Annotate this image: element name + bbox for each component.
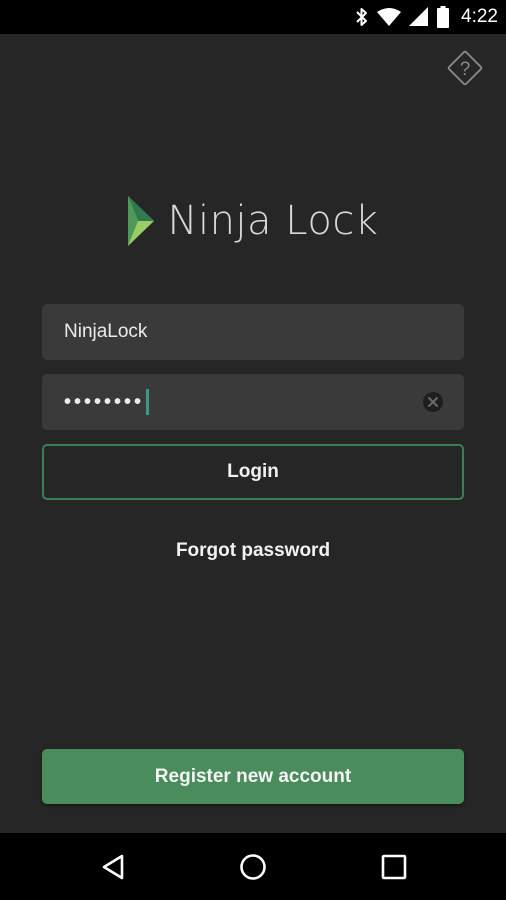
ninja-lock-logo-icon xyxy=(127,196,154,246)
recents-icon xyxy=(381,854,407,880)
navigation-bar xyxy=(0,833,506,900)
username-field-container xyxy=(42,304,464,360)
clear-icon xyxy=(423,392,443,412)
back-button[interactable] xyxy=(98,851,130,883)
home-button[interactable] xyxy=(237,851,269,883)
login-screen: 4:22 ? Ninja Lock •••••••• xyxy=(0,0,506,900)
password-field-container[interactable]: •••••••• xyxy=(42,374,464,430)
recents-button[interactable] xyxy=(378,851,410,883)
app-name: Ninja Lock xyxy=(167,198,379,244)
clear-password-button[interactable] xyxy=(422,391,444,413)
forgot-password-link[interactable]: Forgot password xyxy=(0,540,506,562)
wifi-icon xyxy=(377,7,402,27)
bluetooth-icon xyxy=(355,7,369,27)
help-icon: ? xyxy=(447,50,483,86)
home-icon xyxy=(240,854,266,880)
help-button[interactable]: ? xyxy=(444,47,486,89)
battery-icon xyxy=(437,6,450,28)
register-button[interactable]: Register new account xyxy=(42,749,464,804)
status-bar: 4:22 xyxy=(0,0,506,34)
text-caret xyxy=(146,389,150,415)
back-icon xyxy=(102,854,124,880)
status-icons: 4:22 xyxy=(355,0,498,34)
password-mask: •••••••• xyxy=(64,390,145,413)
status-time: 4:22 xyxy=(461,6,498,27)
username-input[interactable] xyxy=(42,304,464,360)
signal-icon xyxy=(409,7,429,27)
app-logo: Ninja Lock xyxy=(0,196,506,246)
svg-text:?: ? xyxy=(460,59,471,80)
password-input[interactable]: •••••••• xyxy=(64,374,150,430)
login-button[interactable]: Login xyxy=(42,444,464,500)
